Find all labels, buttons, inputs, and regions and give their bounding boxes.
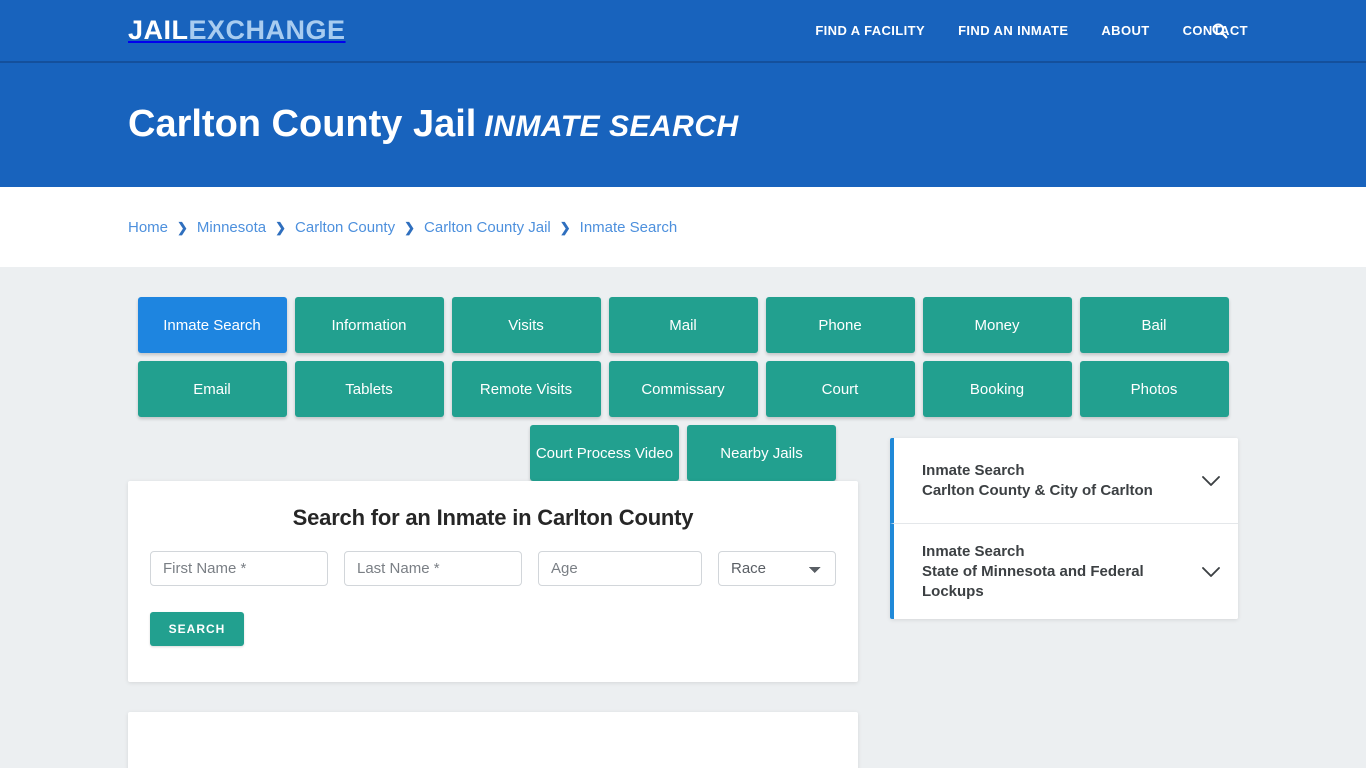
sidebar-column: Inmate Search Carlton County & City of C… (890, 438, 1238, 620)
tab-information[interactable]: Information (294, 297, 444, 353)
search-icon-glyph (1211, 23, 1227, 39)
search-form-fields: Race (150, 551, 836, 586)
content-columns: Search for an Inmate in Carlton County R… (128, 438, 1238, 768)
breadcrumb-item-carlton-county[interactable]: Carlton County (295, 219, 395, 236)
breadcrumb-separator-icon: ❯ (177, 219, 188, 235)
tab-phone[interactable]: Phone (765, 297, 915, 353)
search-submit-button[interactable]: SEARCH (150, 612, 244, 646)
tab-photos[interactable]: Photos (1079, 361, 1229, 417)
tab-tablets[interactable]: Tablets (294, 361, 444, 417)
breadcrumb-item-carlton-county-jail[interactable]: Carlton County Jail (424, 219, 551, 236)
inmate-search-card: Search for an Inmate in Carlton County R… (128, 481, 858, 682)
site-header: JAILEXCHANGE FIND A FACILITY FIND AN INM… (0, 0, 1366, 63)
nav-item-find-a-facility[interactable]: FIND A FACILITY (815, 23, 925, 38)
page-title-subtitle: INMATE SEARCH (484, 110, 739, 144)
tab-bail[interactable]: Bail (1079, 297, 1229, 353)
accordion-item-text: Inmate Search Carlton County & City of C… (922, 461, 1190, 501)
tab-nearby-jails[interactable]: Nearby Jails (687, 425, 836, 481)
content-container: Search for an Inmate in Carlton County R… (128, 438, 1238, 768)
nav-item-about[interactable]: ABOUT (1101, 23, 1149, 38)
tab-court-process-video[interactable]: Court Process Video (530, 425, 679, 481)
accordion-item-county-search[interactable]: Inmate Search Carlton County & City of C… (890, 438, 1238, 524)
chevron-down-icon-glyph (1202, 475, 1220, 486)
tab-booking[interactable]: Booking (922, 361, 1072, 417)
page-title: Carlton County Jail INMATE SEARCH (128, 103, 739, 146)
main-navigation: FIND A FACILITY FIND AN INMATE ABOUT CON… (782, 23, 1366, 38)
search-icon[interactable] (1208, 20, 1230, 42)
accordion-subtitle: Carlton County & City of Carlton (922, 481, 1153, 499)
breadcrumb-item-minnesota[interactable]: Minnesota (197, 219, 266, 236)
accordion-item-text: Inmate Search State of Minnesota and Fed… (922, 542, 1190, 601)
first-name-input[interactable] (150, 551, 328, 586)
accordion-item-state-federal-search[interactable]: Inmate Search State of Minnesota and Fed… (890, 524, 1238, 620)
breadcrumb-separator-icon: ❯ (559, 219, 571, 235)
breadcrumb-separator-icon: ❯ (404, 219, 416, 235)
last-name-input[interactable] (344, 551, 522, 586)
logo-text-secondary: EXCHANGE (188, 15, 346, 45)
breadcrumb: Home ❯ Minnesota ❯ Carlton County ❯ Carl… (128, 219, 677, 236)
tab-email[interactable]: Email (137, 361, 287, 417)
tab-inmate-search[interactable]: Inmate Search (137, 297, 287, 353)
breadcrumb-separator-icon: ❯ (275, 219, 287, 235)
tab-commissary[interactable]: Commissary (608, 361, 758, 417)
accordion-title: Inmate Search (922, 543, 1025, 560)
chevron-down-icon[interactable] (1200, 470, 1222, 492)
chevron-down-icon[interactable] (1200, 561, 1222, 583)
page-title-main: Carlton County Jail (128, 103, 477, 146)
page-title-band: Carlton County Jail INMATE SEARCH (0, 63, 1366, 187)
logo-text-primary: JAIL (128, 15, 189, 45)
facility-tab-grid: Inmate Search Information Visits Mail Ph… (133, 297, 1233, 417)
main-column: Search for an Inmate in Carlton County R… (128, 481, 858, 768)
tab-money[interactable]: Money (922, 297, 1072, 353)
breadcrumb-item-home[interactable]: Home (128, 219, 168, 236)
inmate-search-accordion: Inmate Search Carlton County & City of C… (890, 438, 1238, 620)
tab-remote-visits[interactable]: Remote Visits (451, 361, 601, 417)
breadcrumb-bar: Home ❯ Minnesota ❯ Carlton County ❯ Carl… (0, 187, 1366, 267)
age-input[interactable] (538, 551, 702, 586)
site-logo[interactable]: JAILEXCHANGE (128, 17, 346, 44)
breadcrumb-item-inmate-search: Inmate Search (579, 218, 678, 236)
secondary-results-card (128, 712, 858, 768)
chevron-down-icon-glyph (1202, 566, 1220, 577)
tab-mail[interactable]: Mail (608, 297, 758, 353)
accordion-subtitle: State of Minnesota and Federal Lockups (922, 562, 1144, 600)
page-body: Inmate Search Information Visits Mail Ph… (0, 267, 1366, 768)
nav-item-find-an-inmate[interactable]: FIND AN INMATE (958, 23, 1068, 38)
tab-court[interactable]: Court (765, 361, 915, 417)
search-form-heading: Search for an Inmate in Carlton County (292, 505, 694, 530)
race-select[interactable]: Race (718, 551, 836, 586)
accordion-title: Inmate Search (922, 461, 1025, 479)
tab-visits[interactable]: Visits (451, 297, 601, 353)
